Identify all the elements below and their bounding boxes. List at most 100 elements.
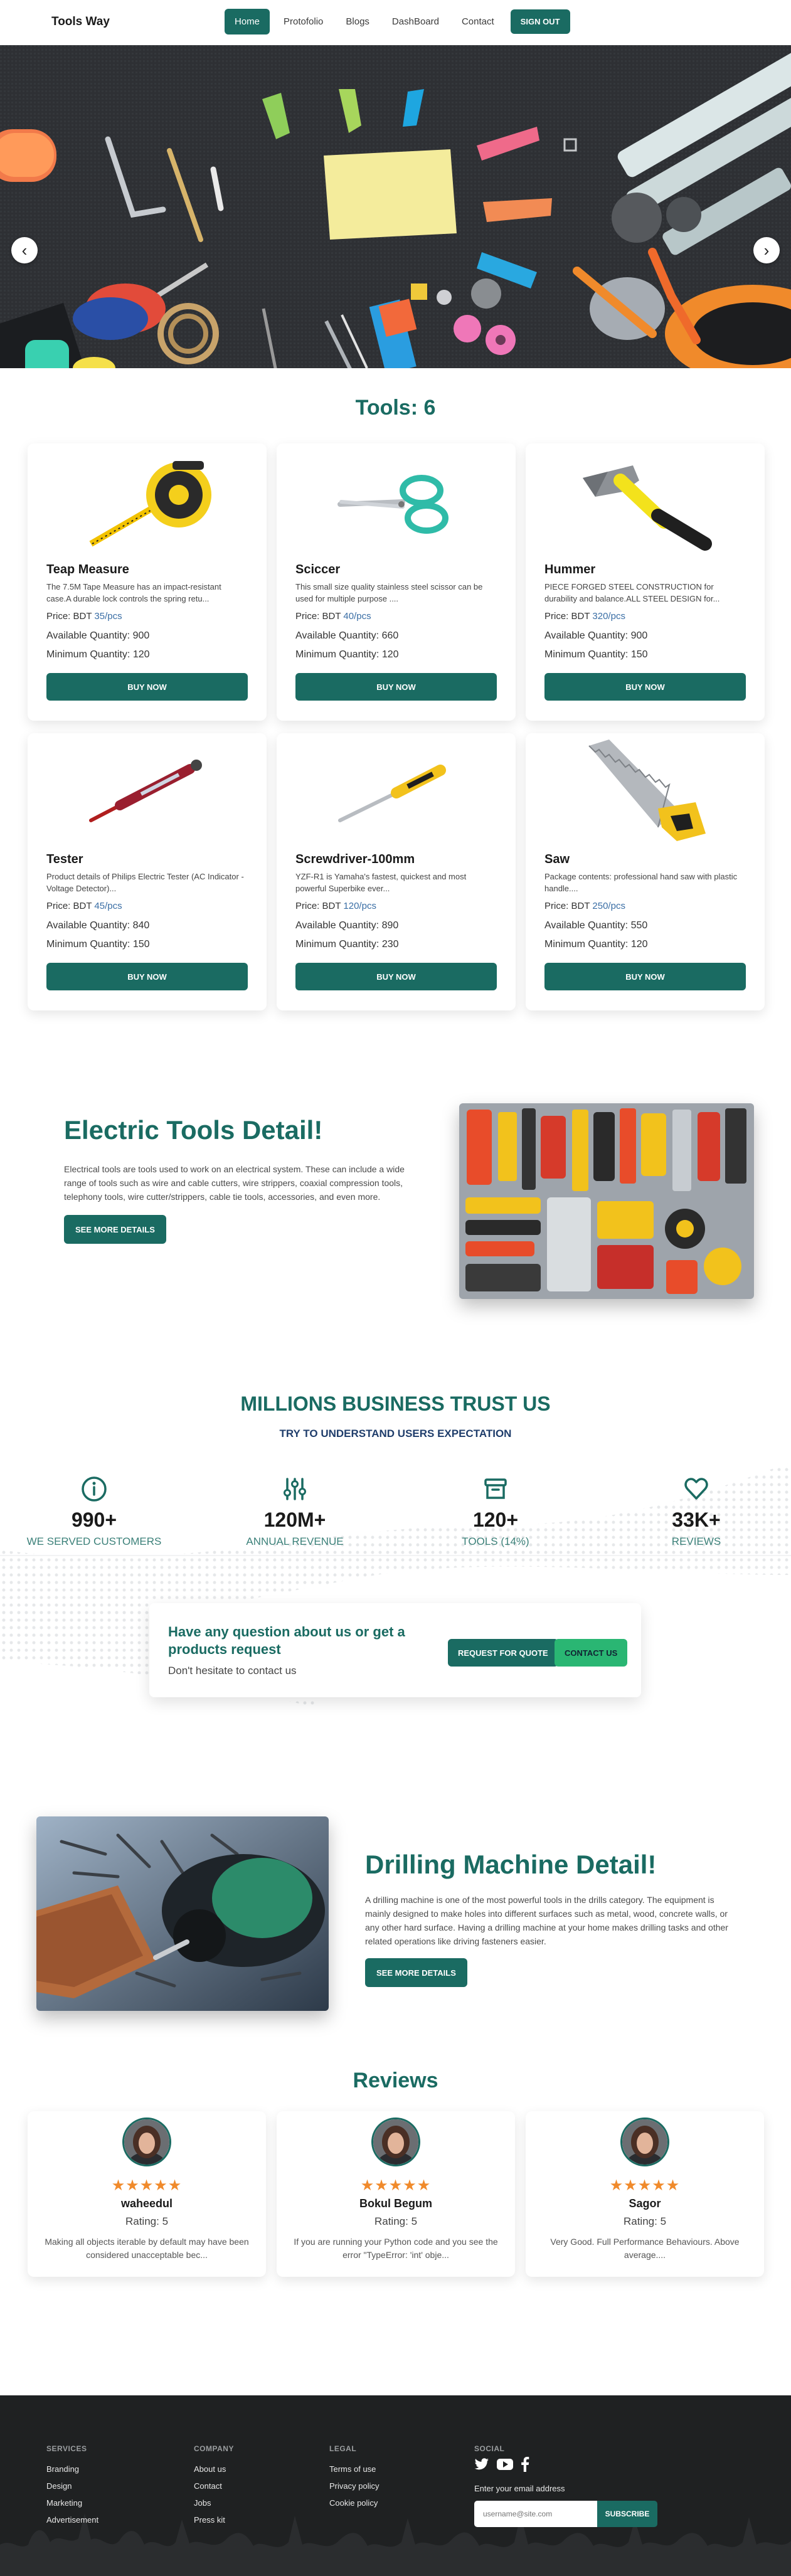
trust-section: MILLIONS BUSINESS TRUST US TRY TO UNDERS… [0,1368,791,1785]
stat-revenue: 120M+ Annual Revenue [213,1475,376,1548]
info-circle-icon [13,1475,176,1503]
tool-name: Hummer [544,563,596,576]
buy-now-button[interactable]: Buy Now [46,963,248,990]
stat-label: We Served Customers [26,1535,162,1547]
tools-grid: Teap Measure The 7.5M Tape Measure has a… [28,443,791,1010]
tool-price: Price: BDT 40/pcs [295,611,371,622]
cta-hint: Don't hesitate to contact us [168,1665,297,1677]
stat-customers: 990+ We Served Customers [13,1475,176,1548]
stat-value: 990+ [71,1508,117,1531]
footer-heading: Services [46,2444,87,2453]
rating-stars: ★★★★★ [609,2177,681,2194]
review-card: ★★★★★ waheedul Rating: 5 Making all obje… [28,2111,266,2277]
stat-label: Annual Revenue [246,1535,344,1547]
buy-now-button[interactable]: Buy Now [544,963,746,990]
email-input[interactable] [474,2501,597,2527]
tool-card: Screwdriver-100mm YZF-R1 is Yamaha's fas… [277,733,516,1010]
twitter-icon[interactable] [474,2458,489,2474]
navbar: Tools Way Home Protofolio Blogs DashBoar… [0,0,791,45]
electric-see-more-button[interactable]: See More Details [64,1215,166,1244]
hero-carousel: ‹ › [0,45,791,368]
footer-link-jobs[interactable]: Jobs [194,2498,234,2508]
carousel-prev-button[interactable]: ‹ [11,237,38,263]
footer-link-press-kit[interactable]: Press kit [194,2515,234,2525]
stat-label: Tools (14%) [462,1535,529,1547]
tool-available-quantity: Available Quantity: 900 [544,630,648,641]
cta-question: Have any question about us or get a prod… [168,1624,405,1657]
buy-now-button[interactable]: Buy Now [295,963,497,990]
review-rating: Rating: 5 [125,2215,169,2227]
subscribe-button[interactable]: Subscribe [597,2501,657,2527]
footer-legal: Legal Terms of use Privacy policy Cookie… [329,2444,379,2508]
review-rating: Rating: 5 [374,2215,418,2227]
main-nav: Home Protofolio Blogs DashBoard Contact … [225,9,570,34]
trust-title: MILLIONS BUSINESS TRUST US [240,1392,551,1415]
tool-name: Saw [544,852,570,866]
facebook-icon[interactable] [521,2457,529,2475]
carousel-next-button[interactable]: › [753,237,780,263]
footer-link-terms[interactable]: Terms of use [329,2464,379,2474]
drilling-title: Drilling Machine Detail! [365,1850,657,1879]
tool-card: Tester Product details of Philips Electr… [28,733,267,1010]
nav-blogs[interactable]: Blogs [337,9,378,34]
youtube-icon[interactable] [497,2458,513,2474]
drilling-machine-section: Drilling Machine Detail! A drilling mach… [0,1785,791,2049]
tool-minimum-quantity: Minimum Quantity: 120 [46,649,150,660]
tool-minimum-quantity: Minimum Quantity: 230 [295,939,399,950]
tool-description: Product details of Philips Electric Test… [46,872,244,893]
subscribe-form: Subscribe [474,2501,657,2527]
tool-price: Price: BDT 45/pcs [46,901,122,911]
footer-link-design[interactable]: Design [46,2481,98,2491]
reviewer-name: Bokul Begum [359,2197,432,2210]
rating-stars: ★★★★★ [360,2177,432,2194]
footer-link-branding[interactable]: Branding [46,2464,98,2474]
hand-saw-icon [544,733,746,852]
footer-link-privacy[interactable]: Privacy policy [329,2481,379,2491]
footer-link-contact[interactable]: Contact [194,2481,234,2491]
footer-link-about[interactable]: About us [194,2464,234,2474]
buy-now-button[interactable]: Buy Now [295,673,497,701]
reviewer-name: Sagor [629,2197,661,2210]
nav-dashboard[interactable]: DashBoard [383,9,448,34]
request-quote-button[interactable]: Request For Quote [448,1639,558,1667]
avatar [122,2118,171,2166]
stat-value: 120+ [472,1508,519,1531]
crowd-silhouette [0,2513,791,2576]
tool-description: The 7.5M Tape Measure has an impact-resi… [46,582,221,603]
sign-out-button[interactable]: Sign Out [510,9,570,34]
review-rating: Rating: 5 [623,2215,667,2227]
review-text: Very Good. Full Performance Behaviours. … [550,2237,740,2260]
nav-contact[interactable]: Contact [453,9,503,34]
tool-description: YZF-R1 is Yamaha's fastest, quickest and… [295,872,467,893]
tool-price: Price: BDT 320/pcs [544,611,625,622]
buy-now-button[interactable]: Buy Now [544,673,746,701]
tool-name: Sciccer [295,563,341,576]
contact-cta-box: Have any question about us or get a prod… [149,1603,641,1697]
contact-us-button[interactable]: Contact Us [555,1639,628,1667]
electric-tools-image [459,1103,754,1299]
nav-protofolio[interactable]: Protofolio [275,9,332,34]
drilling-description: A drilling machine is one of the most po… [365,1895,728,1946]
avatar [371,2118,420,2166]
tools-title: Tools: 6 [355,396,436,420]
hammer-icon [544,443,746,563]
footer-link-cookie[interactable]: Cookie policy [329,2498,379,2508]
buy-now-button[interactable]: Buy Now [46,673,248,701]
stat-tools: 120+ Tools (14%) [414,1475,577,1548]
drilling-see-more-button[interactable]: See More Details [365,1958,467,1987]
reviews-section: Reviews ★★★★★ waheedul Rating: 5 Making … [0,2049,791,2395]
footer-link-marketing[interactable]: Marketing [46,2498,98,2508]
chevron-left-icon: ‹ [21,241,28,260]
tool-card: Sciccer This small size quality stainles… [277,443,516,721]
chevron-right-icon: › [763,241,770,260]
footer-social: Social Enter your email address Subscrib… [474,2444,657,2527]
tool-minimum-quantity: Minimum Quantity: 120 [544,939,648,950]
footer-link-advertisement[interactable]: Advertisement [46,2515,98,2525]
tool-price: Price: BDT 35/pcs [46,611,122,622]
tool-description: This small size quality stainless steel … [295,582,483,603]
nav-home[interactable]: Home [225,9,270,34]
tool-name: Teap Measure [46,563,129,576]
footer-heading: Company [194,2444,234,2453]
social-icons [474,2457,657,2475]
brand-logo[interactable]: Tools Way [51,15,110,29]
